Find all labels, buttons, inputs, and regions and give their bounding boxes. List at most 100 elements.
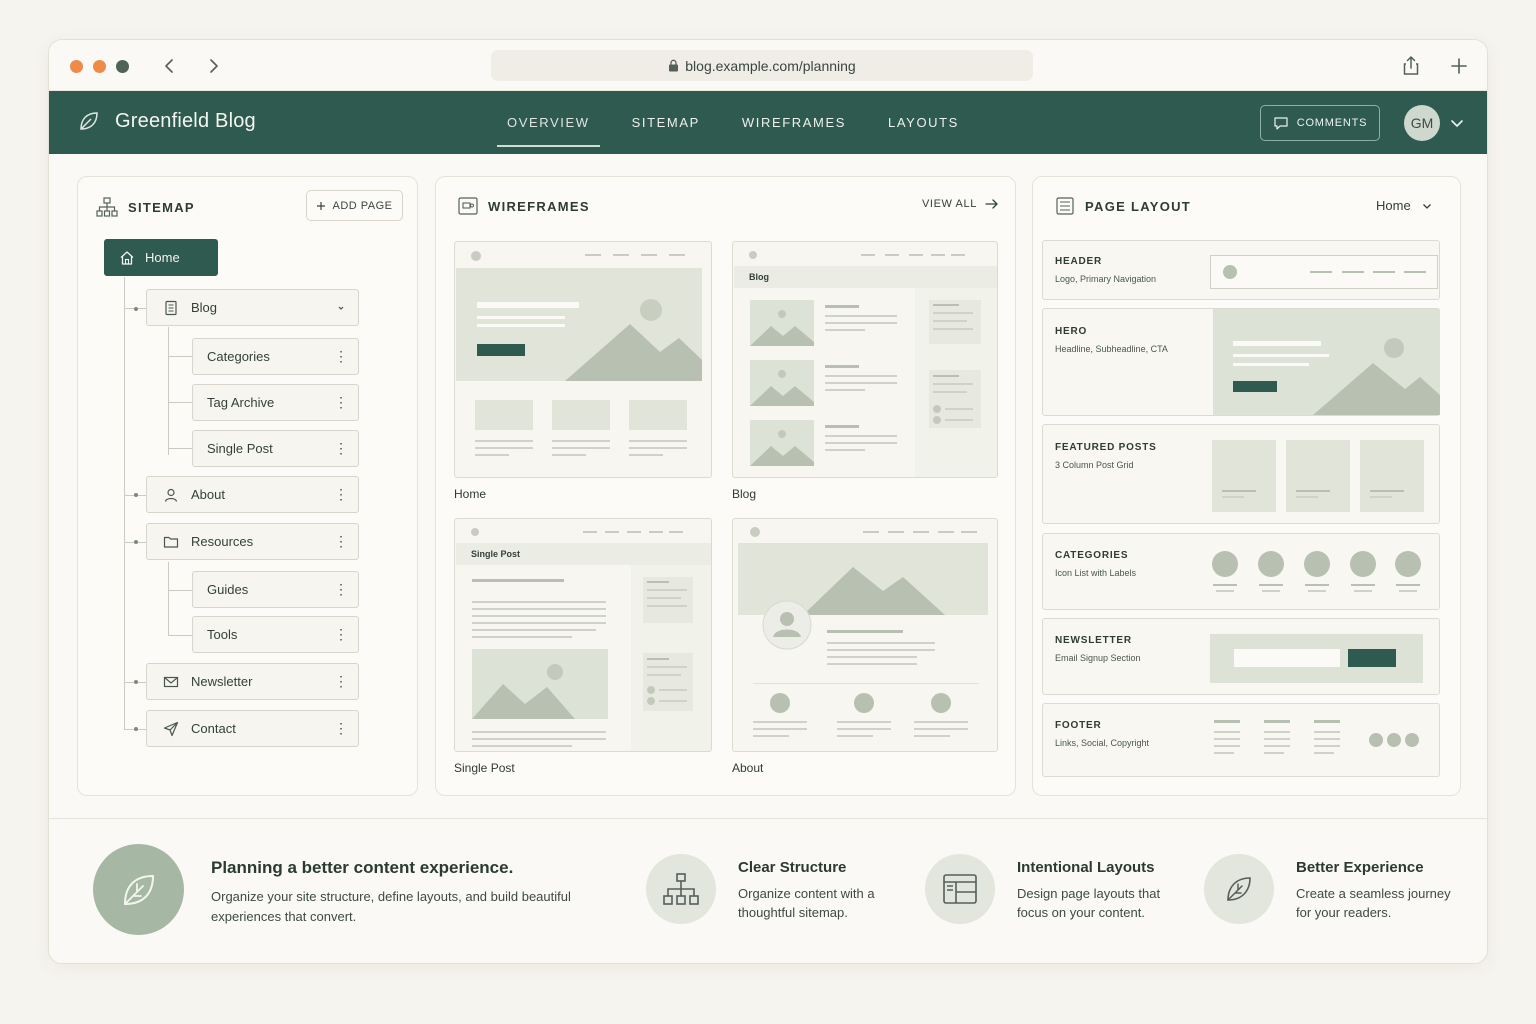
layout-section-hero[interactable]: HERO Headline, Subheadline, CTA — [1042, 308, 1440, 416]
leaf-icon — [123, 874, 154, 905]
tab-sitemap[interactable]: SITEMAP — [622, 91, 710, 154]
comment-icon — [1274, 116, 1288, 130]
layout-section-featured-posts[interactable]: FEATURED POSTS 3 Column Post Grid — [1042, 424, 1440, 524]
add-page-button[interactable]: ADD PAGE — [306, 190, 403, 221]
send-icon — [163, 721, 179, 736]
feature-text: Create a seamless journey for your reade… — [1296, 886, 1451, 920]
node-label: Guides — [207, 582, 249, 597]
sitemap-node-newsletter[interactable]: Newsletter ⋮ — [146, 663, 359, 700]
section-subtitle: Logo, Primary Navigation — [1055, 274, 1157, 284]
layout-section-categories[interactable]: CATEGORIES Icon List with Labels — [1042, 533, 1440, 610]
categories-preview — [1212, 551, 1421, 592]
close-window-dot[interactable] — [70, 60, 83, 73]
layout-section-footer[interactable]: FOOTER Links, Social, Copyright — [1042, 703, 1440, 777]
wireframe-card-single-post[interactable]: Single Post — [454, 518, 712, 752]
sitemap-node-single-post[interactable]: Single Post ⋮ — [192, 430, 359, 467]
sitemap-node-tools[interactable]: Tools ⋮ — [192, 616, 359, 653]
page-select[interactable]: Home — [1376, 198, 1433, 213]
tree-dot — [134, 493, 138, 497]
view-all-link[interactable]: VIEW ALL — [922, 198, 999, 210]
comments-button[interactable]: COMMENTS — [1260, 105, 1380, 141]
sitemap-node-home[interactable]: Home — [104, 239, 218, 276]
layout-section-newsletter[interactable]: NEWSLETTER Email Signup Section — [1042, 618, 1440, 695]
feature-title: Better Experience — [1296, 859, 1424, 876]
main-nav: OVERVIEW SITEMAP WIREFRAMES LAYOUTS — [497, 91, 991, 154]
layout-icon — [943, 874, 977, 904]
chevron-down-icon[interactable] — [336, 303, 346, 313]
sitemap-panel: SITEMAP ADD PAGE Home Blog Categories ⋮ … — [77, 176, 418, 796]
maximize-window-dot[interactable] — [116, 60, 129, 73]
avatar[interactable]: GM — [1404, 105, 1440, 141]
minimize-window-dot[interactable] — [93, 60, 106, 73]
mail-icon — [163, 676, 179, 687]
sitemap-node-guides[interactable]: Guides ⋮ — [192, 571, 359, 608]
chevron-down-icon[interactable] — [1449, 115, 1465, 131]
tree-dot — [134, 540, 138, 544]
page-layout-panel: PAGE LAYOUT Home HEADER Logo, Primary Na… — [1032, 176, 1461, 796]
more-options-icon[interactable]: ⋮ — [332, 486, 350, 503]
node-label: Contact — [191, 721, 236, 736]
new-tab-icon[interactable] — [1447, 54, 1471, 78]
wireframe-card-about[interactable] — [732, 518, 998, 752]
feature-title: Intentional Layouts — [1017, 859, 1155, 876]
wireframes-title: WIREFRAMES — [488, 198, 590, 214]
sitemap-node-tag-archive[interactable]: Tag Archive ⋮ — [192, 384, 359, 421]
home-wireframe-sketch — [456, 251, 702, 456]
forward-arrow-icon[interactable] — [202, 55, 224, 77]
more-options-icon[interactable]: ⋮ — [332, 626, 350, 643]
lock-icon — [669, 59, 679, 72]
about-wireframe-sketch — [738, 527, 988, 737]
newsletter-preview — [1210, 634, 1423, 683]
page-select-value: Home — [1376, 198, 1411, 213]
more-options-icon[interactable]: ⋮ — [332, 720, 350, 737]
section-subtitle: Headline, Subheadline, CTA — [1055, 344, 1168, 354]
feature-icon-wrap — [1204, 854, 1274, 924]
sitemap-icon — [663, 873, 699, 905]
sitemap-node-contact[interactable]: Contact ⋮ — [146, 710, 359, 747]
back-arrow-icon[interactable] — [159, 55, 181, 77]
url-text: blog.example.com/planning — [685, 57, 856, 74]
tree-dot — [134, 727, 138, 731]
wireframe-icon — [458, 197, 478, 215]
leaf-badge — [93, 844, 184, 935]
url-bar[interactable]: blog.example.com/planning — [491, 50, 1033, 81]
brand[interactable]: Greenfield Blog — [77, 109, 256, 133]
folder-icon — [163, 536, 179, 548]
wireframes-header: WIREFRAMES — [458, 197, 590, 215]
tab-wireframes[interactable]: WIREFRAMES — [732, 91, 856, 154]
more-options-icon[interactable]: ⋮ — [332, 348, 350, 365]
leaf-icon — [1227, 877, 1251, 901]
node-label: Tools — [207, 627, 238, 642]
wireframes-panel: WIREFRAMES VIEW ALL Home Blog Blog Singl… — [435, 176, 1016, 796]
wireframe-inner-label: Blog — [749, 272, 769, 282]
more-options-icon[interactable]: ⋮ — [332, 673, 350, 690]
page-layout-header: PAGE LAYOUT — [1055, 197, 1191, 215]
sitemap-node-categories[interactable]: Categories ⋮ — [192, 338, 359, 375]
sitemap-node-resources[interactable]: Resources ⋮ — [146, 523, 359, 560]
more-options-icon[interactable]: ⋮ — [332, 440, 350, 457]
browser-window: blog.example.com/planning Greenfield Blo… — [48, 39, 1488, 964]
feature-text: Organize content with a thoughtful sitem… — [738, 886, 875, 920]
section-title: CATEGORIES — [1055, 550, 1129, 561]
sitemap-node-about[interactable]: About ⋮ — [146, 476, 359, 513]
wireframe-inner-label: Single Post — [471, 549, 521, 559]
more-options-icon[interactable]: ⋮ — [332, 533, 350, 550]
layout-section-header[interactable]: HEADER Logo, Primary Navigation — [1042, 240, 1440, 300]
feature-icon-wrap — [925, 854, 995, 924]
layout-stack-icon — [1056, 197, 1074, 215]
node-label: About — [191, 487, 225, 502]
sitemap-node-blog[interactable]: Blog — [146, 289, 359, 326]
wireframe-card-blog[interactable]: Blog — [732, 241, 998, 478]
wireframe-card-home[interactable] — [454, 241, 712, 478]
tab-overview[interactable]: OVERVIEW — [497, 91, 600, 154]
more-options-icon[interactable]: ⋮ — [332, 394, 350, 411]
more-options-icon[interactable]: ⋮ — [332, 581, 350, 598]
header-section-preview — [1210, 255, 1438, 289]
page-layout-title: PAGE LAYOUT — [1085, 198, 1192, 214]
tab-layouts[interactable]: LAYOUTS — [878, 91, 969, 154]
section-title: NEWSLETTER — [1055, 635, 1132, 646]
tree-dot — [134, 307, 138, 311]
sitemap-icon — [96, 197, 118, 217]
footer-headline: Planning a better content experience. — [211, 858, 514, 877]
share-icon[interactable] — [1399, 54, 1423, 78]
